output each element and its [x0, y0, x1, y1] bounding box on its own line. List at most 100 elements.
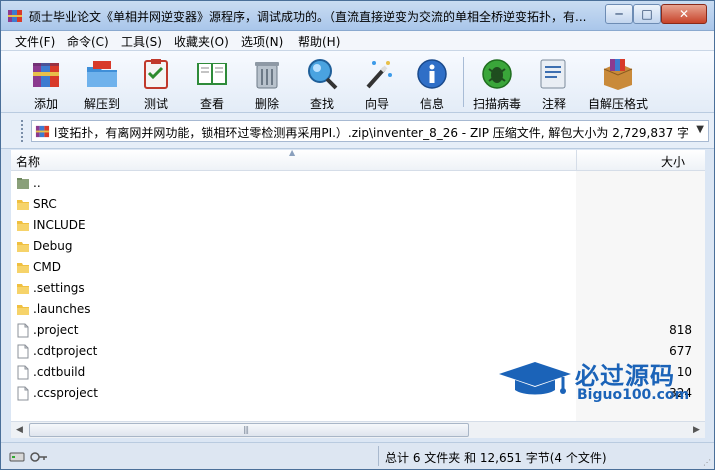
comment-button[interactable]: 注释: [527, 55, 581, 111]
sfx-button[interactable]: 自解压格式: [583, 55, 653, 111]
title-bar: 硕士毕业论文《单相并网逆变器》源程序，调试成功的。（直流直接逆变为交流的单相全桥…: [1, 1, 714, 31]
wizard-wand-icon: [366, 61, 392, 89]
extract-to-label: 解压到: [83, 97, 120, 111]
address-bar: l变拓扑，有离网并网功能，锁相环过零检测再采用PI.）.zip\inventer…: [1, 113, 714, 149]
add-button[interactable]: 添加: [19, 55, 73, 111]
menu-file[interactable]: 文件(F): [15, 33, 55, 50]
list-item[interactable]: INCLUDE: [11, 215, 705, 236]
delete-button[interactable]: 删除: [240, 55, 294, 111]
wizard-button[interactable]: 向导: [350, 55, 404, 111]
extract-to-button[interactable]: 解压到: [75, 55, 129, 111]
item-name: .cdtproject: [33, 344, 98, 358]
magnifier-icon: [308, 59, 338, 90]
item-name: .project: [33, 323, 79, 337]
list-item[interactable]: ..: [11, 173, 705, 194]
comment-label: 注释: [541, 97, 566, 111]
folder-icon: [17, 221, 29, 231]
sort-indicator-icon: ▲: [289, 148, 296, 157]
scroll-left-arrow-icon[interactable]: ◀: [11, 422, 28, 438]
folder-icon: [17, 263, 29, 273]
toolbar-separator: [463, 57, 464, 107]
virus-scan-button[interactable]: 扫描病毒: [470, 55, 524, 111]
item-name: .settings: [33, 281, 85, 295]
test-button[interactable]: 测试: [129, 55, 183, 111]
file-icon: [17, 344, 29, 359]
item-size: 818: [669, 323, 692, 337]
item-name: .launches: [33, 302, 91, 316]
menu-tools[interactable]: 工具(S): [121, 33, 162, 50]
find-label: 查找: [309, 97, 334, 111]
scroll-thumb[interactable]: |||: [29, 423, 469, 437]
scroll-right-arrow-icon[interactable]: ▶: [688, 422, 705, 438]
wizard-label: 向导: [364, 97, 389, 111]
minimize-button[interactable]: ─: [605, 4, 633, 24]
address-field[interactable]: l变拓扑，有离网并网功能，锁相环过零检测再采用PI.）.zip\inventer…: [31, 120, 709, 142]
column-divider[interactable]: [576, 150, 577, 171]
folder-icon: [17, 305, 29, 315]
watermark-title: 必过源码: [575, 362, 675, 390]
view-book-icon: [197, 63, 227, 85]
trash-can-icon: [255, 62, 279, 89]
status-divider: [378, 446, 379, 466]
list-item[interactable]: .settings: [11, 278, 705, 299]
winrar-app-icon: [8, 10, 22, 22]
toolbar: 添加 解压到 测试 查看 删除 查找 向导 信息 扫描病毒 注释 自解压格式: [1, 51, 714, 113]
winrar-add-icon: [33, 63, 59, 87]
item-name: INCLUDE: [33, 218, 86, 232]
view-label: 查看: [199, 97, 224, 111]
menu-favorites[interactable]: 收藏夹(O): [174, 33, 229, 50]
menu-bar: 文件(F) 命令(C) 工具(S) 收藏夹(O) 选项(N) 帮助(H): [1, 31, 714, 51]
column-size-header[interactable]: 大小: [661, 153, 685, 170]
add-label: 添加: [33, 97, 58, 111]
find-button[interactable]: 查找: [295, 55, 349, 111]
close-button[interactable]: ✕: [661, 4, 707, 24]
item-name: CMD: [33, 260, 61, 274]
list-item[interactable]: .launches: [11, 299, 705, 320]
item-name: .cdtbuild: [33, 365, 86, 379]
folder-icon: [17, 200, 29, 210]
folder-icon: [17, 242, 29, 252]
info-button[interactable]: 信息: [405, 55, 459, 111]
extract-folder-icon: [87, 61, 117, 87]
horizontal-scrollbar[interactable]: ◀ ||| ▶: [11, 421, 705, 438]
info-label: 信息: [419, 97, 444, 111]
winrar-window: 硕士毕业论文《单相并网逆变器》源程序，调试成功的。（直流直接逆变为交流的单相全桥…: [0, 0, 715, 470]
list-item[interactable]: CMD: [11, 257, 705, 278]
file-icon: [17, 386, 29, 401]
test-clipboard-icon: [144, 59, 168, 89]
column-name-header[interactable]: 名称: [16, 153, 40, 170]
window-title: 硕士毕业论文《单相并网逆变器》源程序，调试成功的。（直流直接逆变为交流的单相全桥…: [29, 10, 587, 24]
virus-scan-label: 扫描病毒: [472, 97, 521, 111]
file-icon: [17, 323, 29, 338]
view-button[interactable]: 查看: [185, 55, 239, 111]
item-name: .ccsproject: [33, 386, 98, 400]
info-icon: [417, 59, 447, 89]
list-item[interactable]: SRC: [11, 194, 705, 215]
item-name: SRC: [33, 197, 57, 211]
status-drive-key-icon: [9, 452, 47, 462]
comment-icon: [540, 59, 566, 89]
address-grip[interactable]: [21, 120, 25, 142]
delete-label: 删除: [254, 97, 279, 111]
address-path: l变拓扑，有离网并网功能，锁相环过零检测再采用PI.）.zip\inventer…: [54, 126, 688, 140]
graduation-cap-icon: [499, 362, 571, 395]
item-name: Debug: [33, 239, 73, 253]
maximize-button[interactable]: □: [633, 4, 661, 24]
archive-icon: [35, 125, 50, 138]
list-header: ▲ 名称 大小: [11, 148, 705, 171]
watermark-subtitle: Biguo100.com: [577, 387, 690, 403]
folder-icon: [17, 284, 29, 294]
watermark: 必过源码 Biguo100.com: [497, 356, 697, 408]
status-bar: 总计 6 文件夹 和 12,651 字节(4 个文件) ⋰: [1, 442, 714, 469]
menu-options[interactable]: 选项(N): [241, 33, 283, 50]
list-item[interactable]: Debug: [11, 236, 705, 257]
menu-commands[interactable]: 命令(C): [67, 33, 109, 50]
sfx-label: 自解压格式: [587, 97, 648, 111]
menu-help[interactable]: 帮助(H): [298, 33, 340, 50]
address-dropdown-icon[interactable]: ▼: [696, 124, 704, 135]
list-item[interactable]: .project 818: [11, 320, 705, 341]
resize-grip-icon[interactable]: ⋰: [703, 458, 711, 467]
parent-folder-icon: [17, 178, 29, 189]
thumb-grip-icon: |||: [243, 425, 249, 434]
virus-scan-icon: [482, 59, 512, 89]
